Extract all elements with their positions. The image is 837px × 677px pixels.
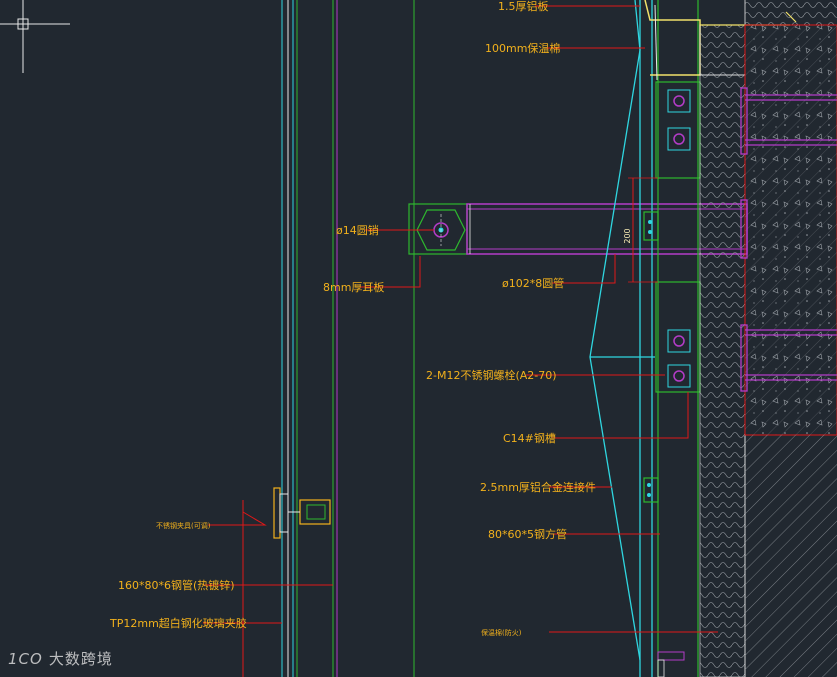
label-aluminum-panel: 1.5厚铝板 — [498, 0, 549, 13]
label-clamp: 不锈钢夹具(可调) — [156, 521, 211, 530]
label-channel: C14#钢槽 — [503, 432, 556, 445]
wall-section — [699, 24, 837, 677]
cad-drawing-canvas[interactable]: 200 1.5厚铝板 100mm保温棉 ø14圆销 8mm厚耳板 ø102*8圆… — [0, 0, 837, 677]
glass-panel-lines — [242, 0, 415, 677]
label-bolts: 2-M12不锈钢螺栓(A2-70) — [426, 368, 557, 382]
dimension-value: 200 — [623, 228, 632, 243]
label-square-tube: 80*60*5钢方管 — [488, 527, 567, 541]
label-steel-tube: ø102*8圆管 — [502, 276, 564, 290]
annotation-labels: 1.5厚铝板 100mm保温棉 ø14圆销 8mm厚耳板 ø102*8圆管 2-… — [109, 0, 596, 637]
label-pin: ø14圆销 — [336, 223, 379, 237]
tapered-truss — [589, 0, 655, 677]
watermark-text: 大数跨境 — [48, 650, 113, 668]
pin-lug-connector — [408, 203, 468, 255]
label-insulation-100: 100mm保温棉 — [485, 41, 560, 55]
label-fire-insulation: 保温棉(防火) — [481, 628, 522, 637]
label-glass: TP12mm超白钢化玻璃夹胶 — [109, 616, 247, 630]
crosshair-cursor — [0, 0, 70, 73]
label-lug-plate: 8mm厚耳板 — [323, 280, 384, 294]
label-steel-beam: 160*80*6钢管(热镀锌) — [118, 578, 235, 592]
label-connector: 2.5mm厚铝合金连接件 — [480, 480, 596, 494]
watermark-logo: 1CO — [8, 650, 43, 668]
watermark: 1CO 大数跨境 — [8, 648, 113, 669]
